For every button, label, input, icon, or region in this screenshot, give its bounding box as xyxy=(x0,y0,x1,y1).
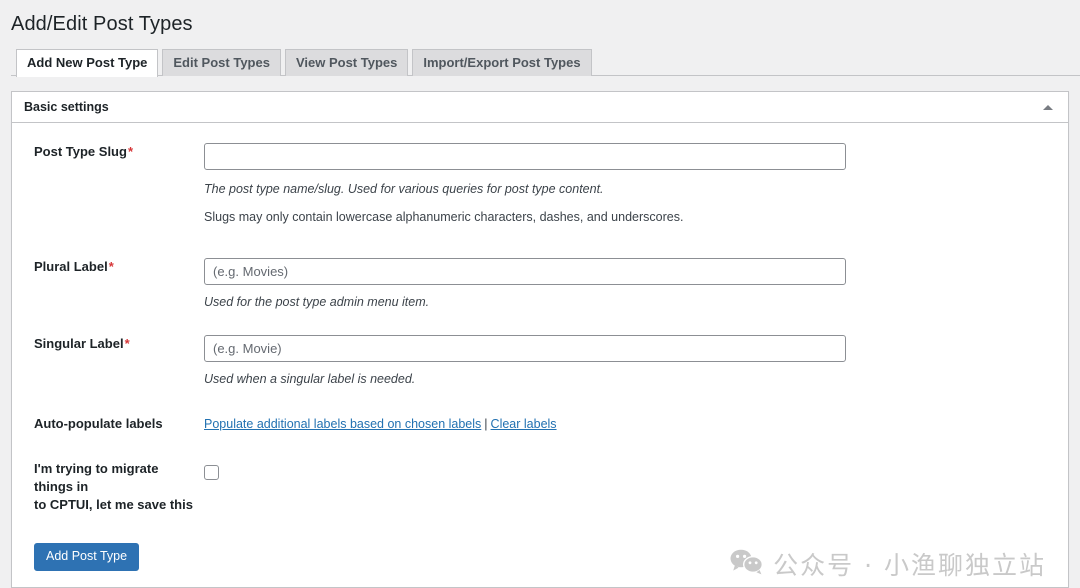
required-marker: * xyxy=(125,336,130,351)
panel-body: Post Type Slug* The post type name/slug.… xyxy=(12,123,1068,587)
tab-view-post-types[interactable]: View Post Types xyxy=(285,49,408,76)
clear-labels-link[interactable]: Clear labels xyxy=(491,417,557,431)
label-post-type-slug-text: Post Type Slug xyxy=(34,144,127,159)
row-singular-label: Singular Label* Used when a singular lab… xyxy=(24,311,1056,388)
tab-edit-post-types[interactable]: Edit Post Types xyxy=(162,49,281,76)
submit-row: Add Post Type xyxy=(24,514,1056,571)
field-auto-populate-labels: Populate additional labels based on chos… xyxy=(204,415,1056,433)
basic-settings-panel: Basic settings Post Type Slug* The post … xyxy=(11,91,1069,588)
plural-label-description: Used for the post type admin menu item. xyxy=(204,285,1056,311)
label-singular-label-text: Singular Label xyxy=(34,336,124,351)
singular-label-description: Used when a singular label is needed. xyxy=(204,362,1056,388)
caret-up-icon[interactable] xyxy=(1038,92,1058,123)
panel-title: Basic settings xyxy=(24,100,109,114)
label-post-type-slug: Post Type Slug* xyxy=(24,143,204,161)
field-post-type-slug: The post type name/slug. Used for variou… xyxy=(204,143,1056,226)
row-post-type-slug: Post Type Slug* The post type name/slug.… xyxy=(24,123,1056,226)
label-migrate-line1: I'm trying to migrate things in xyxy=(34,461,158,494)
post-type-slug-description: The post type name/slug. Used for variou… xyxy=(204,170,1056,198)
link-separator: | xyxy=(481,417,490,431)
field-plural-label: Used for the post type admin menu item. xyxy=(204,258,1056,311)
singular-label-input[interactable] xyxy=(204,335,846,362)
label-singular-label: Singular Label* xyxy=(24,335,204,353)
row-auto-populate-labels: Auto-populate labels Populate additional… xyxy=(24,388,1056,433)
label-migrate-line2: to CPTUI, let me save this xyxy=(34,497,193,512)
label-auto-populate-labels: Auto-populate labels xyxy=(24,415,204,433)
tab-bar: Add New Post TypeEdit Post TypesView Pos… xyxy=(11,49,1080,76)
field-migrate-checkbox xyxy=(204,460,1056,483)
label-plural-label: Plural Label* xyxy=(24,258,204,276)
add-post-type-button[interactable]: Add Post Type xyxy=(34,543,139,571)
required-marker: * xyxy=(109,259,114,274)
post-type-slug-note: Slugs may only contain lowercase alphanu… xyxy=(204,198,1056,226)
tab-import-export-post-types[interactable]: Import/Export Post Types xyxy=(412,49,591,76)
populate-labels-link[interactable]: Populate additional labels based on chos… xyxy=(204,417,481,431)
label-migrate: I'm trying to migrate things in to CPTUI… xyxy=(24,460,204,514)
row-migrate-checkbox: I'm trying to migrate things in to CPTUI… xyxy=(24,433,1056,514)
migrate-checkbox[interactable] xyxy=(204,465,219,480)
page-title: Add/Edit Post Types xyxy=(0,0,1080,37)
field-singular-label: Used when a singular label is needed. xyxy=(204,335,1056,388)
required-marker: * xyxy=(128,144,133,159)
plural-label-input[interactable] xyxy=(204,258,846,285)
tab-add-new-post-type[interactable]: Add New Post Type xyxy=(16,49,158,77)
panel-header-basic-settings[interactable]: Basic settings xyxy=(12,92,1068,123)
post-type-slug-input[interactable] xyxy=(204,143,846,170)
label-plural-label-text: Plural Label xyxy=(34,259,108,274)
row-plural-label: Plural Label* Used for the post type adm… xyxy=(24,226,1056,311)
